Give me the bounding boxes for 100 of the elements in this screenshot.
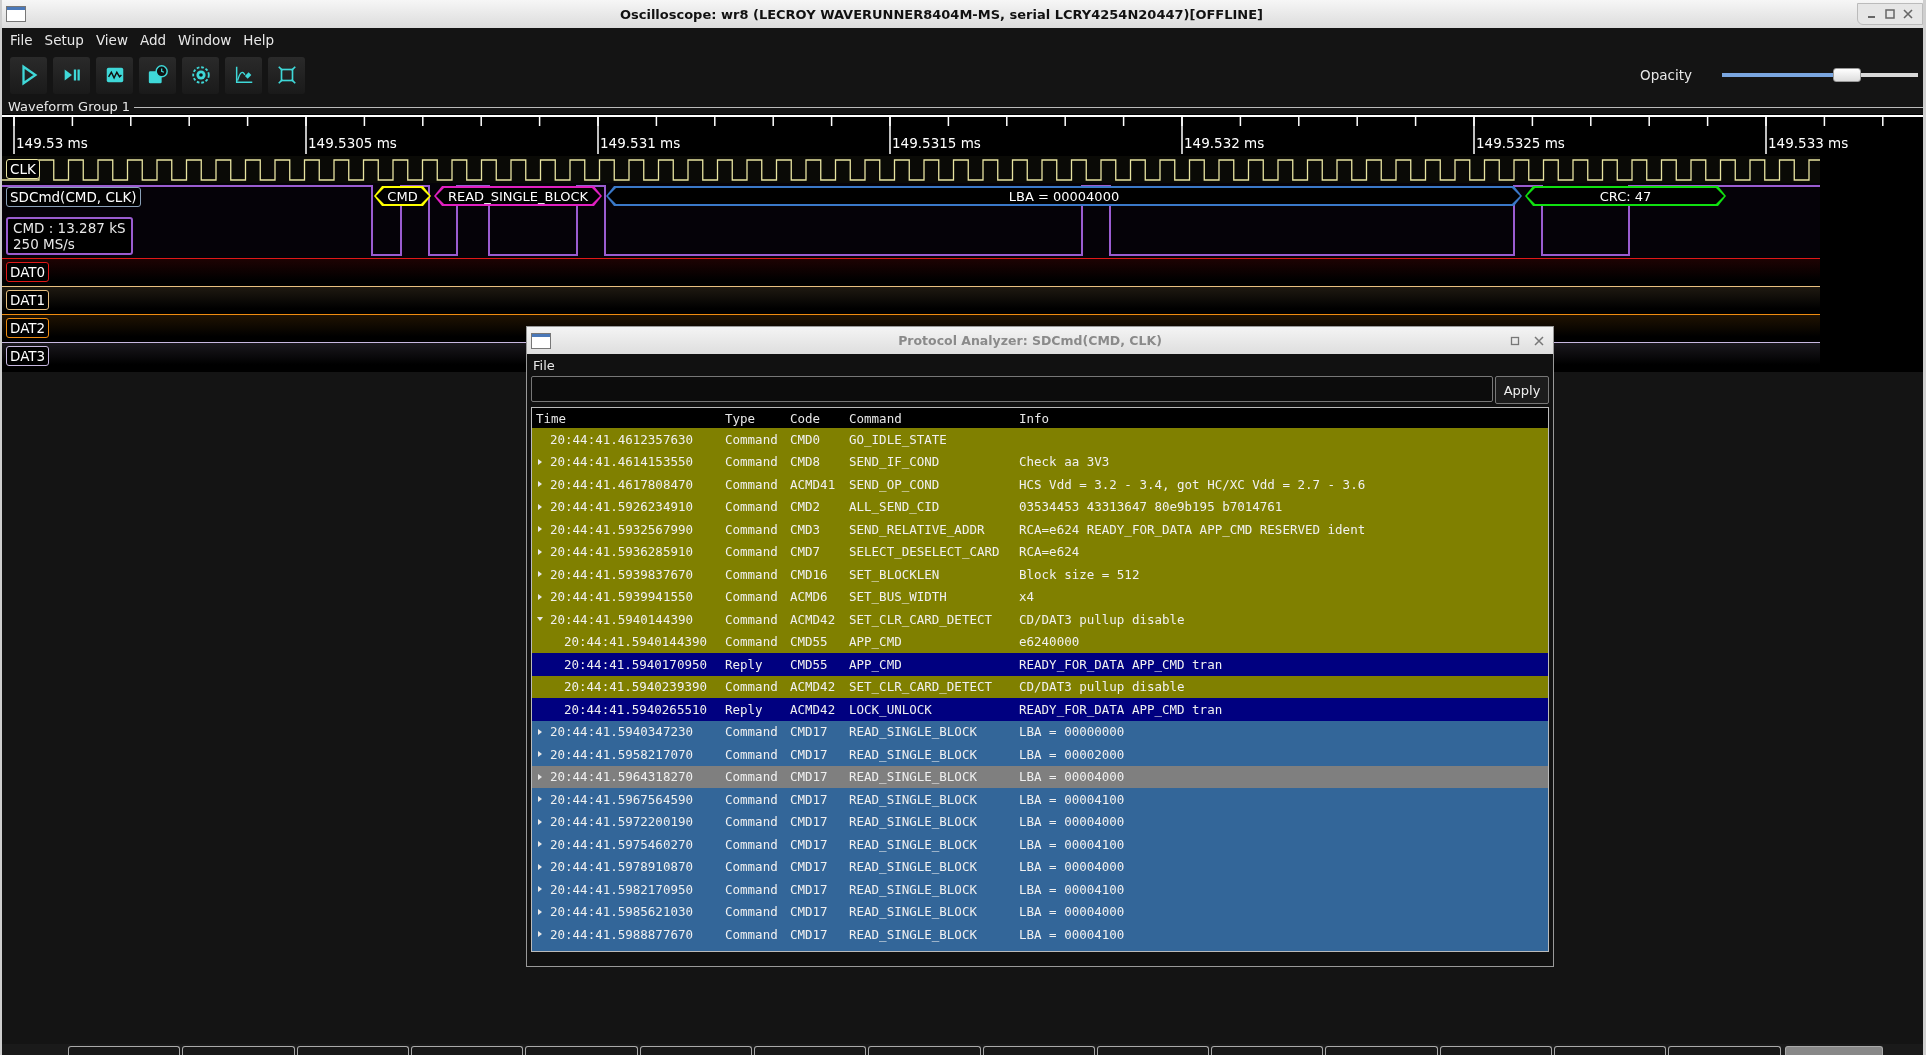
table-cell: 20:44:41.5985621030	[550, 904, 693, 920]
column-header[interactable]: Code	[790, 410, 849, 426]
trace-label[interactable]: DAT3	[6, 346, 50, 366]
table-row[interactable]: 20:44:41.5940265510 Reply ACMD42 LOCK_UNLOCK READY_FOR_DATA APP_CMD tran	[532, 698, 1548, 721]
table-cell: 20:44:41.5926234910	[550, 499, 693, 515]
table-row[interactable]: 20:44:41.4612357630 Command CMD0 GO_IDLE_STATE	[532, 428, 1548, 451]
table-row[interactable]: 20:44:41.4614153550 Command CMD8 SEND_IF_COND Check aa 3V3	[532, 450, 1548, 473]
table-cell: 20:44:41.5932567990	[550, 521, 693, 537]
table-row[interactable]: 20:44:41.4617808470 Command ACMD41 SEND_OP_COND HCS Vdd = 3.2 - 3.4, got HC/XC Vdd = 2.7 - 3.6	[532, 473, 1548, 496]
bottom-tab[interactable]	[1668, 1046, 1781, 1055]
table-row[interactable]: 20:44:41.5936285910 Command CMD7 SELECT_DESELECT_CARD RCA=e624	[532, 540, 1548, 563]
close-icon[interactable]	[1533, 334, 1545, 347]
table-cell-text: CMD8	[790, 454, 822, 470]
column-header[interactable]: Command	[849, 410, 1019, 426]
table-row[interactable]: 20:44:41.5940170950 Reply CMD55 APP_CMD READY_FOR_DATA APP_CMD tran	[532, 653, 1548, 676]
bottom-tab[interactable]	[753, 1046, 867, 1055]
trace-label[interactable]: DAT2	[6, 318, 50, 338]
decoded-packet[interactable]: CRC: 47	[1525, 186, 1726, 206]
bottom-tab[interactable]	[296, 1046, 409, 1055]
menu-item[interactable]: Help	[243, 32, 275, 48]
toolbar-button[interactable]	[53, 56, 90, 94]
bottom-tab[interactable]	[1784, 1046, 1884, 1055]
expand-arrow-icon[interactable]	[536, 750, 544, 759]
expand-arrow-icon[interactable]	[536, 727, 544, 736]
decoded-packet[interactable]: READ_SINGLE_BLOCK	[434, 186, 602, 206]
expand-arrow-icon[interactable]	[536, 817, 544, 826]
expand-arrow-icon[interactable]	[536, 592, 544, 601]
bottom-tab[interactable]	[1439, 1046, 1553, 1055]
time-label: 149.531 ms	[600, 135, 682, 151]
bottom-tab[interactable]	[639, 1046, 752, 1055]
column-header[interactable]: Type	[725, 410, 790, 426]
expand-arrow-icon[interactable]	[536, 795, 544, 804]
expand-arrow-icon[interactable]	[536, 547, 544, 556]
decoded-packet[interactable]: CMD	[374, 186, 431, 206]
toolbar-button[interactable]	[10, 56, 47, 94]
trace-label[interactable]: DAT0	[6, 262, 50, 282]
table-row[interactable]: 20:44:41.5940144390 Command ACMD42 SET_CLR_CARD_DETECT CD/DAT3 pullup disable	[532, 608, 1548, 631]
table-cell: LBA = 00004100	[1019, 836, 1125, 852]
table-row[interactable]: 20:44:41.5926234910 Command CMD2 ALL_SEND_CID 03534453 43313647 80e9b195 b7014761	[532, 495, 1548, 518]
column-header[interactable]: Info	[1019, 410, 1050, 426]
toolbar-button[interactable]	[96, 56, 133, 94]
table-row[interactable]: 20:44:41.5939837670 Command CMD16 SET_BLOCKLEN Block size = 512	[532, 563, 1548, 586]
table-cell-text: Command	[725, 814, 779, 830]
table-row[interactable]: 20:44:41.5939941550 Command ACMD6 SET_BUS_WIDTH x4	[532, 585, 1548, 608]
trace-label[interactable]: DAT1	[6, 290, 50, 310]
table-cell-text: Command	[725, 769, 779, 785]
expand-arrow-icon[interactable]	[536, 930, 544, 939]
bottom-tab[interactable]	[68, 1046, 181, 1055]
table-cell: CD/DAT3 pullup disable	[1019, 679, 1185, 695]
expand-arrow-icon[interactable]	[536, 772, 544, 781]
toolbar-button[interactable]	[182, 56, 219, 94]
bottom-tab[interactable]	[182, 1046, 295, 1055]
expand-arrow-icon[interactable]	[536, 570, 544, 579]
toolbar-button[interactable]	[268, 56, 305, 94]
expand-arrow-icon[interactable]	[536, 525, 544, 534]
gear-icon	[189, 64, 212, 86]
table-cell-text: READ_SINGLE_BLOCK	[849, 724, 978, 740]
apply-button[interactable]: Apply	[1495, 376, 1549, 404]
filter-field[interactable]	[531, 376, 1493, 402]
table-cell-text: CMD17	[790, 926, 829, 942]
menu-item[interactable]: Setup	[44, 32, 84, 48]
menu-item[interactable]: Add	[139, 32, 167, 48]
menu-item[interactable]: File	[533, 357, 555, 373]
slider-thumb[interactable]	[1832, 68, 1861, 82]
table-row[interactable]: 20:44:41.5964318270 Command CMD17 READ_SINGLE_BLOCK LBA = 00004000	[532, 765, 1548, 788]
toolbar-button[interactable]	[139, 56, 176, 94]
trace-label[interactable]: CLK	[6, 159, 40, 179]
close-icon[interactable]	[1902, 8, 1914, 20]
maximize-icon[interactable]	[1884, 8, 1896, 20]
bottom-tab[interactable]	[410, 1046, 524, 1055]
maximize-icon[interactable]	[1509, 334, 1521, 347]
menu-item[interactable]: File	[10, 32, 33, 48]
table-cell: LBA = 00004100	[1019, 881, 1125, 897]
expand-arrow-icon[interactable]	[536, 862, 544, 871]
table-row[interactable]: 20:44:41.5940239390 Command ACMD42 SET_CLR_CARD_DETECT CD/DAT3 pullup disable	[532, 675, 1548, 698]
expand-arrow-icon[interactable]	[536, 502, 544, 511]
column-header[interactable]: Time	[532, 410, 725, 426]
bottom-tab[interactable]	[1325, 1046, 1438, 1055]
table-row[interactable]: 20:44:41.5932567990 Command CMD3 SEND_RELATIVE_ADDR RCA=e624 READY_FOR_DATA APP_CMD RESERVED ident	[532, 518, 1548, 541]
opacity-label: Opacity	[1640, 67, 1692, 83]
opacity-slider[interactable]	[1722, 68, 1918, 82]
trace-label[interactable]: SDCmd(CMD, CLK)	[6, 187, 141, 207]
bottom-tab[interactable]	[868, 1046, 981, 1055]
toolbar-button[interactable]	[225, 56, 262, 94]
expand-arrow-icon[interactable]	[536, 457, 544, 466]
expand-arrow-icon[interactable]	[536, 907, 544, 916]
menu-item[interactable]: Window	[178, 32, 232, 48]
table-row[interactable]: 20:44:41.5940144390 Command CMD55 APP_CMD e6240000	[532, 630, 1548, 653]
table-cell: RCA=e624 READY_FOR_DATA APP_CMD RESERVED ident	[1019, 521, 1366, 537]
time-label: 149.5325 ms	[1476, 135, 1566, 151]
menu-item[interactable]: View	[95, 32, 128, 48]
bottom-tab[interactable]	[525, 1046, 638, 1055]
bottom-tab[interactable]	[1096, 1046, 1210, 1055]
bottom-tab[interactable]	[982, 1046, 1095, 1055]
expand-arrow-icon[interactable]	[536, 840, 544, 849]
expand-arrow-icon[interactable]	[536, 480, 544, 489]
bottom-tab[interactable]	[1211, 1046, 1324, 1055]
expand-arrow-icon[interactable]	[536, 885, 544, 894]
decoded-packet[interactable]: LBA = 00004000	[606, 186, 1522, 206]
bottom-tab[interactable]	[1554, 1046, 1667, 1055]
